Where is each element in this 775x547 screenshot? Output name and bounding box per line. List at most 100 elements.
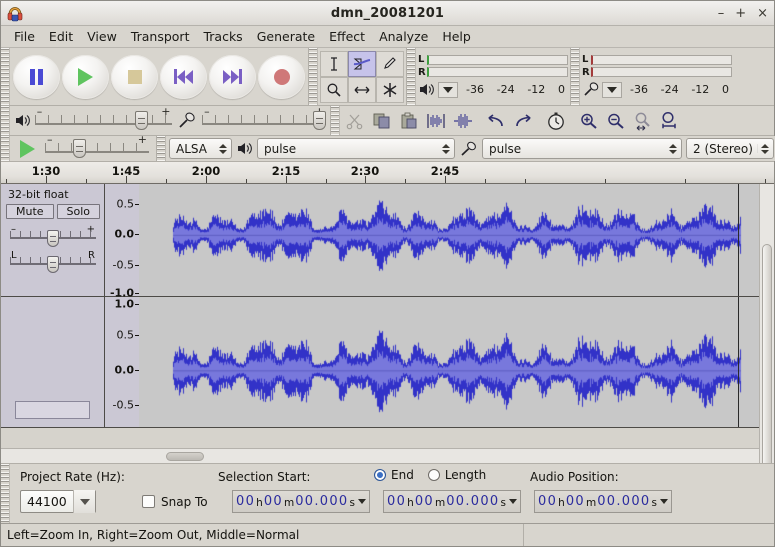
record-meter-right-bar <box>591 67 732 77</box>
multi-tool-button[interactable] <box>376 77 404 103</box>
input-device-spinner[interactable] <box>666 144 679 154</box>
input-device-combo[interactable]: pulse <box>482 138 682 159</box>
menu-edit[interactable]: Edit <box>42 27 80 46</box>
undo-button[interactable] <box>482 108 509 134</box>
ruler-minor-tick <box>485 179 486 183</box>
skip-to-start-button[interactable] <box>160 55 207 99</box>
toolbar-dock-row3: – + ALSA <box>1 136 774 162</box>
fit-project-button[interactable] <box>656 108 683 134</box>
cut-button[interactable] <box>341 108 368 134</box>
length-radio[interactable] <box>428 469 440 481</box>
selection-end-time-field[interactable]: 00 h 00 m 00.000 s <box>383 490 521 513</box>
fit-selection-button[interactable] <box>629 108 656 134</box>
time-format-arrow[interactable] <box>659 490 670 513</box>
time-format-arrow[interactable] <box>508 490 519 513</box>
track-control-panel-lower[interactable] <box>1 297 105 428</box>
timeline-ruler[interactable]: 1:301:452:002:152:302:45 <box>1 162 774 184</box>
menu-transport[interactable]: Transport <box>124 27 197 46</box>
playback-meter-dropdown[interactable] <box>438 82 458 98</box>
playback-speed-slider[interactable]: – + <box>45 137 149 161</box>
transcription-toolbar-grip[interactable] <box>1 136 10 161</box>
waveform-right-channel[interactable] <box>139 297 759 428</box>
vertical-scrollbar-thumb[interactable] <box>762 244 772 463</box>
record-button[interactable] <box>258 55 305 99</box>
zoom-in-button[interactable] <box>575 108 602 134</box>
project-rate-arrow[interactable] <box>73 490 95 513</box>
play-at-speed-button[interactable] <box>13 137 41 161</box>
silence-audio-button[interactable] <box>449 108 476 134</box>
horizontal-scrollbar[interactable] <box>1 448 759 463</box>
vertical-scrollbar[interactable] <box>759 184 774 463</box>
audacity-window: dmn_20081201 – + × File Edit View Transp… <box>0 0 775 547</box>
playback-meter[interactable]: L R <box>416 48 570 106</box>
project-rate-combo[interactable]: 44100 <box>20 490 96 513</box>
input-channels-spinner[interactable] <box>758 144 771 154</box>
record-meter-dropdown[interactable] <box>602 82 622 98</box>
waveform-left-channel[interactable] <box>139 184 759 297</box>
output-volume-thumb[interactable] <box>135 111 148 130</box>
track-panel-resizer[interactable] <box>15 401 90 419</box>
play-button[interactable] <box>62 55 109 99</box>
selection-tool-button[interactable] <box>320 51 348 77</box>
menu-effect[interactable]: Effect <box>322 27 372 46</box>
sync-lock-button[interactable] <box>542 108 569 134</box>
transcription-toolbar: – + <box>1 136 157 161</box>
menu-generate[interactable]: Generate <box>250 27 322 46</box>
vertical-ruler-left: 0.5 0.0 -0.5 -1.0 <box>105 184 139 297</box>
audio-position-time-field[interactable]: 00 h 00 m 00.000 s <box>534 490 672 513</box>
mixer-toolbar-grip[interactable] <box>1 106 10 135</box>
input-volume-thumb[interactable] <box>313 111 326 130</box>
pan-slider-thumb[interactable] <box>47 256 59 273</box>
audio-host-combo[interactable]: ALSA <box>169 138 232 159</box>
menu-analyze[interactable]: Analyze <box>372 27 435 46</box>
input-channels-combo[interactable]: 2 (Stereo) I… <box>686 138 774 159</box>
edit-toolbar-grip[interactable] <box>331 106 340 135</box>
copy-button[interactable] <box>368 108 395 134</box>
playback-speed-thumb[interactable] <box>73 139 86 158</box>
snap-to-checkbox[interactable] <box>142 495 155 508</box>
time-shift-tool-button[interactable] <box>348 77 376 103</box>
record-meter-grip[interactable] <box>571 48 580 105</box>
end-radio[interactable] <box>374 469 386 481</box>
maximize-button[interactable]: + <box>735 7 746 20</box>
menu-file[interactable]: File <box>7 27 42 46</box>
zoom-out-icon <box>606 112 626 130</box>
transport-toolbar-grip[interactable] <box>1 48 10 105</box>
pan-slider[interactable]: L R <box>10 252 96 274</box>
output-device-spinner[interactable] <box>439 144 452 154</box>
tools-toolbar-grip[interactable] <box>309 48 318 105</box>
mute-button[interactable]: Mute <box>6 204 54 219</box>
menu-view[interactable]: View <box>80 27 124 46</box>
draw-tool-button[interactable] <box>376 51 404 77</box>
device-toolbar-grip[interactable] <box>157 136 166 161</box>
zoom-out-button[interactable] <box>602 108 629 134</box>
audio-host-spinner[interactable] <box>216 144 229 154</box>
trim-audio-button[interactable] <box>422 108 449 134</box>
menu-tracks[interactable]: Tracks <box>196 27 249 46</box>
record-meter[interactable]: L R - <box>580 48 734 106</box>
output-device-combo[interactable]: pulse <box>257 138 455 159</box>
time-format-arrow[interactable] <box>357 490 368 513</box>
gain-slider[interactable]: – + <box>10 226 96 248</box>
selection-start-time-field[interactable]: 00 h 00 m 00.000 s <box>232 490 370 513</box>
selection-toolbar-grip[interactable] <box>1 464 10 523</box>
close-button[interactable]: × <box>757 7 768 20</box>
menu-help[interactable]: Help <box>435 27 478 46</box>
redo-button[interactable] <box>509 108 536 134</box>
playback-meter-grip[interactable] <box>407 48 416 105</box>
horizontal-scrollbar-thumb[interactable] <box>166 452 204 461</box>
ruler-minor-tick <box>605 179 606 183</box>
skip-to-end-button[interactable] <box>209 55 256 99</box>
window-title: dmn_20081201 <box>1 6 774 21</box>
input-volume-slider[interactable]: – + <box>202 109 326 133</box>
minimize-button[interactable]: – <box>718 7 725 20</box>
track-control-panel[interactable]: 32-bit float Mute Solo – + L <box>1 184 105 297</box>
stop-button[interactable] <box>111 55 158 99</box>
envelope-tool-button[interactable] <box>348 51 376 77</box>
output-volume-slider[interactable]: – + <box>35 109 173 133</box>
solo-button[interactable]: Solo <box>57 204 100 219</box>
gain-slider-thumb[interactable] <box>47 230 59 247</box>
pause-button[interactable] <box>13 55 60 99</box>
zoom-tool-button[interactable] <box>320 77 348 103</box>
paste-button[interactable] <box>395 108 422 134</box>
